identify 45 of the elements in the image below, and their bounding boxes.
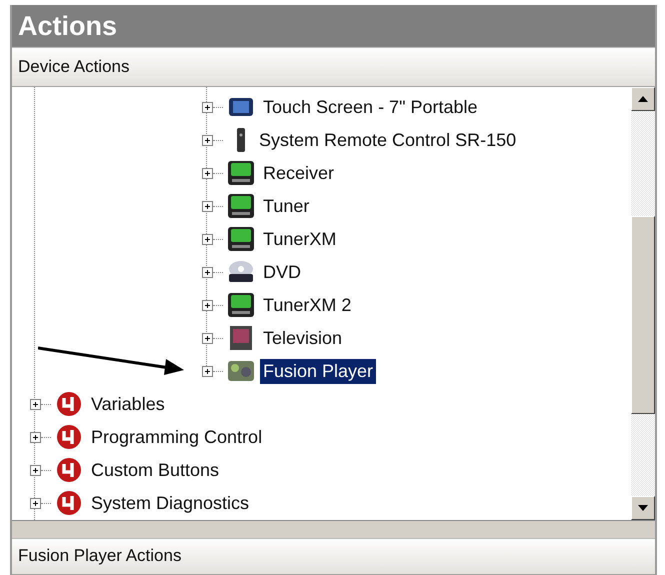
tree-item[interactable]: Television [260,326,346,351]
scrollbar[interactable] [631,86,655,520]
expand-toggle[interactable] [30,398,41,410]
section-header: Device Actions [12,47,655,87]
panel-title: Actions [12,5,655,48]
tree-item[interactable]: TunerXM 2 [260,292,354,318]
tree-item[interactable]: Fusion Player [260,358,376,384]
expand-toggle[interactable] [202,300,213,311]
tree-item[interactable]: Variables [88,392,168,417]
receiver-icon [227,160,255,186]
tree-item[interactable]: Receiver [260,160,338,186]
remote-icon [237,128,245,152]
tree-item[interactable]: Touch Screen - 7" Portable [260,94,481,120]
section-header: Fusion Player Actions [12,538,655,575]
expand-toggle[interactable] [30,498,41,509]
down-triangle-icon [638,504,648,511]
up-triangle-icon [638,96,648,102]
scroll-down-button[interactable] [631,496,655,520]
scroll-thumb[interactable] [631,216,655,414]
receiver-icon [227,226,255,252]
expand-toggle[interactable] [30,464,41,476]
logo-icon [55,457,83,484]
logo-icon [55,391,83,418]
expand-toggle[interactable] [202,102,213,113]
tree-item[interactable]: System Remote Control SR-150 [256,128,520,153]
expand-toggle[interactable] [202,168,213,179]
receiver-icon [227,193,255,220]
expand-toggle[interactable] [202,200,213,212]
logo-icon [55,490,83,516]
tree-item[interactable]: Custom Buttons [88,458,222,483]
tree-item[interactable]: TunerXM [260,226,340,252]
tree-item[interactable]: Programming Control [88,424,266,450]
receiver-icon [227,292,255,318]
tree-item[interactable]: System Diagnostics [88,490,252,516]
expand-toggle[interactable] [202,234,213,245]
television-icon [227,325,255,352]
expand-toggle[interactable] [202,366,213,377]
logo-icon [55,424,83,450]
scroll-up-button[interactable] [631,86,655,111]
tree-item[interactable]: Tuner [260,194,312,219]
expand-toggle[interactable] [30,432,41,443]
expand-toggle[interactable] [202,332,213,344]
tree-item[interactable]: DVD [260,260,304,285]
expand-toggle[interactable] [202,134,213,146]
expand-toggle[interactable] [202,266,213,278]
